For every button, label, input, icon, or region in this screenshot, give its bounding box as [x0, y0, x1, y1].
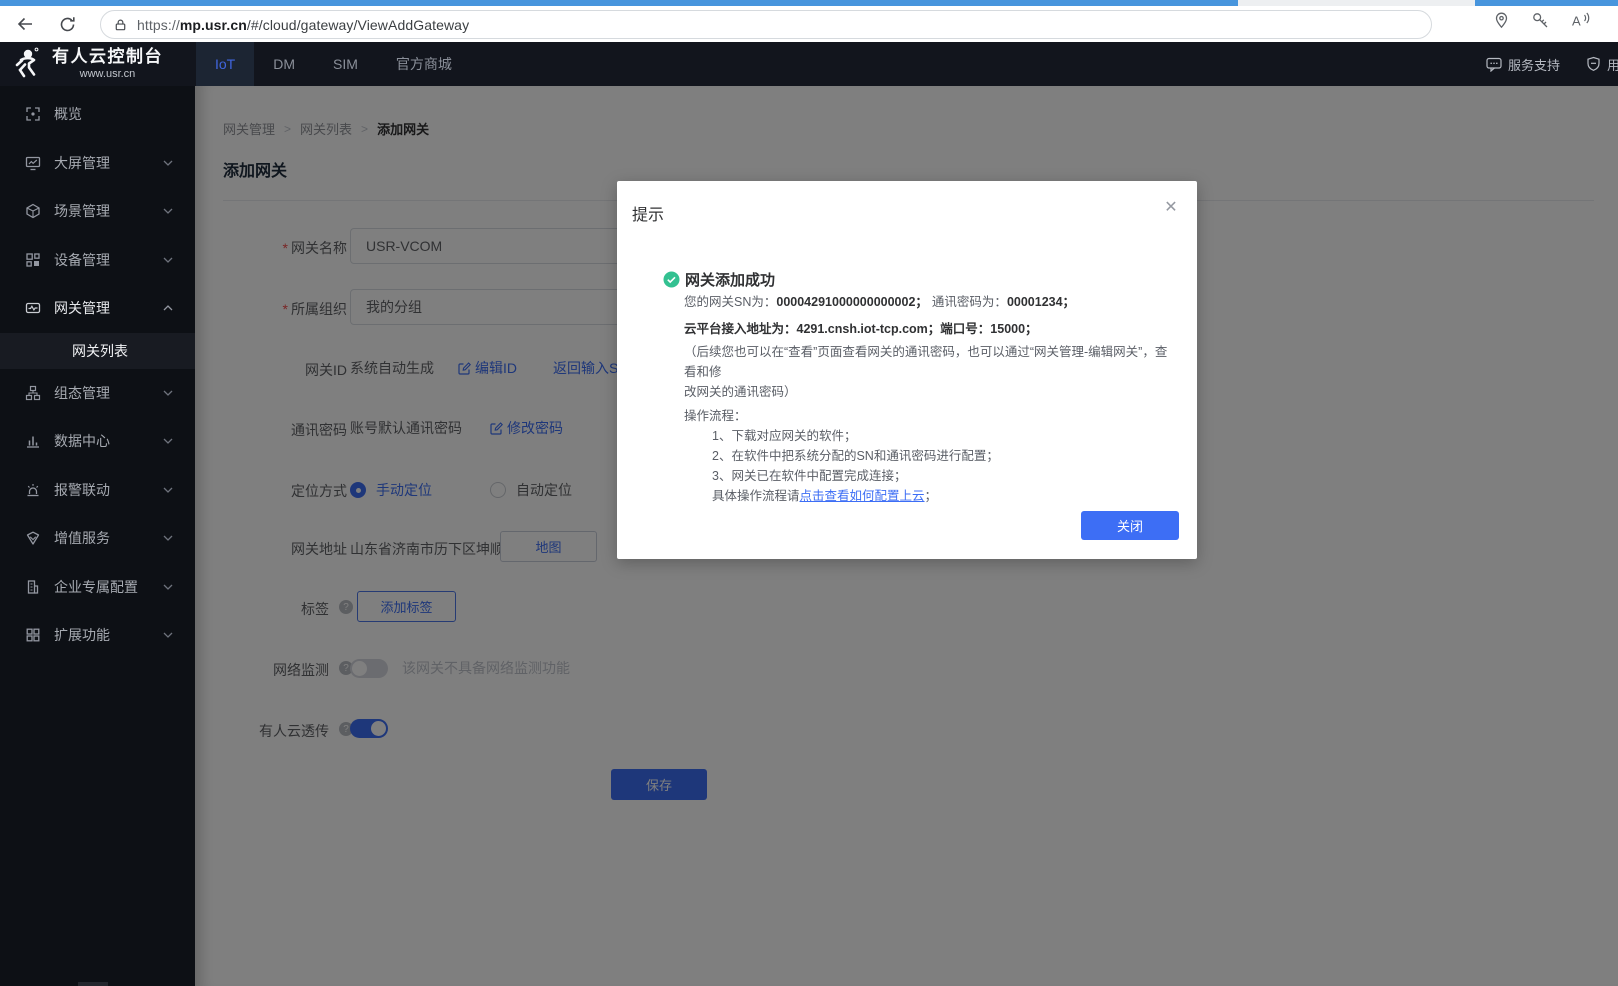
flow-step-1: 1、下载对应网关的软件； [712, 426, 1179, 446]
browser-back-button[interactable] [12, 11, 38, 37]
logo-text: 有人云控制台 www.usr.cn [52, 46, 163, 81]
extension-icon [25, 627, 41, 643]
sidebar-item-gateway-list[interactable]: 网关列表 [0, 333, 195, 369]
sidebar-item-scene-mgmt[interactable]: 场景管理 [0, 187, 195, 236]
overview-icon [25, 106, 41, 122]
cloud-address-line: 云平台接入地址为：4291.cnsh.iot-tcp.com；端口号：15000… [684, 319, 1179, 339]
device-icon [25, 252, 41, 268]
sidebar-item-label: 企业专属配置 [54, 577, 138, 597]
svg-text:A: A [1572, 14, 1581, 29]
tab-iot[interactable]: IoT [196, 42, 254, 86]
sidebar-item-value-added-services[interactable]: 增值服务 [0, 514, 195, 563]
password-key-icon[interactable] [1531, 11, 1550, 30]
notice-dialog: 提示 ✕ 网关添加成功 您的网关SN为：00004291000000000002… [617, 181, 1197, 559]
sidebar-item-data-center[interactable]: 数据中心 [0, 417, 195, 466]
close-icon[interactable]: ✕ [1160, 196, 1182, 218]
back-arrow-icon [15, 14, 35, 34]
sidebar-item-label: 增值服务 [54, 528, 110, 548]
sidebar-item-overview[interactable]: 概览 [0, 90, 195, 139]
chevron-down-icon [163, 160, 173, 166]
browser-toolbar-icons: A [1492, 11, 1618, 30]
dialog-close-button[interactable]: 关闭 [1081, 511, 1179, 540]
logo-title: 有人云控制台 [52, 46, 163, 68]
sidebar-item-label: 大屏管理 [54, 153, 110, 173]
read-aloud-icon[interactable]: A [1570, 11, 1591, 30]
sidebar-item-extended-features[interactable]: 扩展功能 [0, 611, 195, 660]
logo-subtitle: www.usr.cn [52, 68, 163, 81]
browser-toolbar: https://mp.usr.cn/#/cloud/gateway/ViewAd… [0, 6, 1618, 42]
sidebar-item-label: 网关列表 [72, 341, 128, 361]
user-link[interactable]: 用户 [1607, 55, 1618, 74]
logo[interactable]: 有人云控制台 www.usr.cn [12, 46, 163, 81]
location-icon[interactable] [1492, 11, 1511, 30]
chevron-up-icon [163, 305, 173, 311]
tab-official-mall[interactable]: 官方商城 [377, 42, 471, 86]
sidebar-item-label: 设备管理 [54, 250, 110, 270]
gateway-sn-value: 00004291000000000002； [776, 295, 928, 309]
header-right: 服务支持 用户 [1486, 42, 1618, 86]
sidebar-item-label: 网关管理 [54, 298, 110, 318]
success-heading: 网关添加成功 [663, 269, 1179, 289]
topology-icon [25, 385, 41, 401]
sidebar-nav: 概览 大屏管理 场景管理 设备管理 网关管理 网关列表 组态管理 [0, 86, 195, 986]
sidebar-item-label: 概览 [54, 104, 82, 124]
usr-person-logo-icon [12, 46, 44, 80]
scene-icon [25, 203, 41, 219]
sidebar-item-label: 场景管理 [54, 201, 110, 221]
success-check-icon [663, 271, 680, 288]
enterprise-icon [25, 579, 41, 595]
comm-password-value: 00001234； [1007, 295, 1075, 309]
chevron-down-icon [163, 257, 173, 263]
sidebar-item-screen-mgmt[interactable]: 大屏管理 [0, 139, 195, 188]
flow-step-2: 2、在软件中把系统分配的SN和通讯密码进行配置； [712, 446, 1179, 466]
refresh-icon [58, 15, 77, 34]
how-to-configure-link[interactable]: 点击查看如何配置上云 [800, 489, 925, 503]
chevron-down-icon [163, 390, 173, 396]
url-text: https://mp.usr.cn/#/cloud/gateway/ViewAd… [137, 17, 469, 33]
browser-refresh-button[interactable] [54, 11, 80, 37]
data-icon [25, 433, 41, 449]
tab-sim[interactable]: SIM [314, 42, 377, 86]
app-window: 有人云控制台 www.usr.cn IoT DM SIM 官方商城 服务支持 用… [0, 42, 1618, 986]
header-tabs: IoT DM SIM 官方商城 [196, 42, 471, 86]
note-line-1: （后续您也可以在“查看”页面查看网关的通讯密码，也可以通过“网关管理-编辑网关”… [684, 342, 1179, 382]
sidebar-item-label: 报警联动 [54, 480, 110, 500]
support-chat-icon [1486, 57, 1502, 72]
sidebar-item-gateway-mgmt[interactable]: 网关管理 [0, 284, 195, 333]
lock-icon [113, 17, 128, 33]
chevron-down-icon [163, 438, 173, 444]
flow-detail-line: 具体操作流程请点击查看如何配置上云； [712, 486, 1179, 506]
sidebar-footer-mark [78, 982, 108, 986]
chevron-down-icon [163, 584, 173, 590]
sidebar-item-label: 扩展功能 [54, 625, 110, 645]
sidebar-item-config-mgmt[interactable]: 组态管理 [0, 369, 195, 418]
sidebar-item-label: 组态管理 [54, 383, 110, 403]
app-header: 有人云控制台 www.usr.cn IoT DM SIM 官方商城 服务支持 用… [0, 42, 1618, 86]
sidebar-item-device-mgmt[interactable]: 设备管理 [0, 236, 195, 285]
sidebar-item-enterprise-config[interactable]: 企业专属配置 [0, 563, 195, 612]
dialog-body: 网关添加成功 您的网关SN为：00004291000000000002；通讯密码… [684, 269, 1179, 506]
dialog-title: 提示 [632, 201, 664, 225]
success-title: 网关添加成功 [685, 269, 775, 290]
chevron-down-icon [163, 632, 173, 638]
tab-dm[interactable]: DM [254, 42, 314, 86]
alarm-icon [25, 482, 41, 498]
main-content: 网关管理 > 网关列表 > 添加网关 添加网关 *网关名称 *所属组织 网关ID [195, 86, 1618, 986]
support-link[interactable]: 服务支持 [1508, 55, 1560, 74]
screen-icon [25, 155, 41, 171]
browser-chrome: https://mp.usr.cn/#/cloud/gateway/ViewAd… [0, 0, 1618, 42]
chevron-down-icon [163, 487, 173, 493]
browser-address-bar[interactable]: https://mp.usr.cn/#/cloud/gateway/ViewAd… [100, 10, 1432, 39]
chevron-down-icon [163, 535, 173, 541]
user-shield-icon [1586, 56, 1601, 72]
vas-icon [25, 530, 41, 546]
chevron-down-icon [163, 208, 173, 214]
gateway-icon [25, 300, 41, 316]
flow-title: 操作流程： [684, 406, 1179, 426]
sidebar-item-alarm-linkage[interactable]: 报警联动 [0, 466, 195, 515]
sn-line: 您的网关SN为：00004291000000000002；通讯密码为：00001… [684, 292, 1179, 312]
flow-step-3: 3、网关已在软件中配置完成连接； [712, 466, 1179, 486]
note-line-2: 改网关的通讯密码） [684, 382, 1179, 402]
sidebar-item-label: 数据中心 [54, 431, 110, 451]
